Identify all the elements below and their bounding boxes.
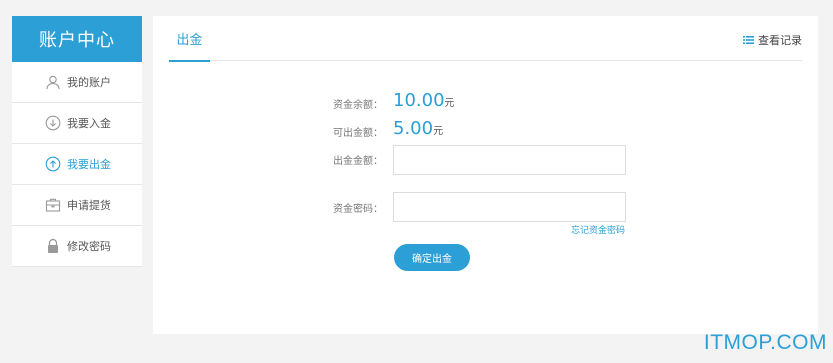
tab-withdraw[interactable]: 出金 bbox=[169, 16, 210, 62]
sidebar-item-withdraw[interactable]: 我要出金 bbox=[12, 144, 142, 185]
sidebar-item-my-account[interactable]: 我的账户 bbox=[12, 62, 142, 103]
available-value-group: 5.00元 bbox=[393, 118, 443, 139]
withdraw-amount-input[interactable] bbox=[393, 145, 626, 175]
sidebar-item-label: 我要出金 bbox=[67, 158, 111, 171]
sidebar-item-deposit[interactable]: 我要入金 bbox=[12, 103, 142, 144]
available-value: 5.00 bbox=[393, 118, 434, 139]
fund-password-input[interactable] bbox=[393, 192, 626, 222]
sidebar-item-pickup[interactable]: 申请提货 bbox=[12, 185, 142, 226]
sidebar-item-label: 修改密码 bbox=[67, 240, 111, 253]
briefcase-icon bbox=[45, 197, 61, 213]
sidebar-item-label: 我要入金 bbox=[67, 117, 111, 130]
user-icon bbox=[45, 74, 61, 90]
lock-icon bbox=[45, 238, 61, 254]
arrow-down-circle-icon bbox=[45, 115, 61, 131]
withdraw-panel: 出金 查看记录 资金余额： 10.00元 可出金额： 5.00元 出金金额： 资… bbox=[153, 16, 818, 334]
view-records-link[interactable]: 查看记录 bbox=[743, 32, 802, 48]
list-icon bbox=[743, 36, 754, 44]
withdraw-amount-label: 出金金额： bbox=[333, 156, 383, 167]
available-unit: 元 bbox=[433, 126, 444, 137]
confirm-withdraw-button[interactable]: 确定出金 bbox=[394, 244, 470, 271]
view-records-label: 查看记录 bbox=[758, 34, 802, 47]
watermark: ITMOP.COM bbox=[703, 331, 827, 354]
available-label: 可出金额： bbox=[333, 128, 383, 139]
sidebar-title: 账户中心 bbox=[12, 16, 142, 62]
arrow-up-circle-icon bbox=[45, 156, 61, 172]
sidebar-item-label: 我的账户 bbox=[67, 76, 111, 89]
balance-value-group: 10.00元 bbox=[393, 90, 455, 111]
forgot-password-link[interactable]: 忘记资金密码 bbox=[571, 223, 625, 236]
sidebar: 账户中心 我的账户 我要入金 我要出金 申请提货 修改密码 bbox=[12, 16, 142, 267]
sidebar-item-change-password[interactable]: 修改密码 bbox=[12, 226, 142, 267]
sidebar-item-label: 申请提货 bbox=[67, 199, 111, 212]
balance-label: 资金余额： bbox=[333, 100, 383, 111]
balance-value: 10.00 bbox=[393, 90, 445, 111]
balance-unit: 元 bbox=[444, 98, 455, 109]
fund-password-label: 资金密码： bbox=[333, 204, 383, 215]
tab-bar: 出金 查看记录 bbox=[169, 16, 802, 62]
